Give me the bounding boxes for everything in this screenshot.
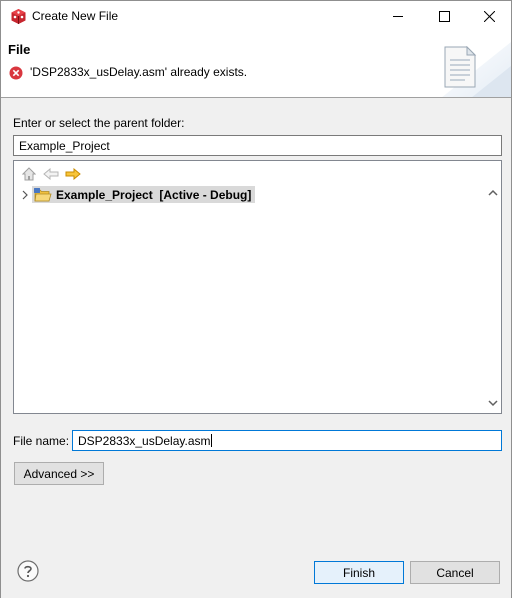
scroll-up-arrow-icon[interactable]	[487, 187, 499, 199]
error-icon	[9, 66, 23, 80]
scroll-down-arrow-icon[interactable]	[487, 397, 499, 409]
file-name-input[interactable]: DSP2833x_usDelay.asm	[72, 430, 502, 451]
close-button[interactable]	[466, 1, 512, 32]
window-title: Create New File	[32, 9, 119, 23]
tree-item-example-project[interactable]: Example_Project [Active - Debug]	[18, 185, 256, 204]
project-folder-icon	[34, 187, 52, 201]
expand-toggle[interactable]	[18, 190, 32, 200]
file-name-label: File name:	[13, 434, 70, 448]
wizard-banner: File 'DSP2833x_usDelay.asm' already exis…	[1, 32, 511, 98]
back-button[interactable]	[42, 166, 60, 182]
forward-arrow-icon	[65, 168, 81, 180]
maximize-button[interactable]	[421, 1, 467, 32]
minimize-button[interactable]	[375, 1, 421, 32]
advanced-button[interactable]: Advanced >>	[14, 462, 104, 485]
home-button[interactable]	[20, 166, 38, 182]
help-icon[interactable]	[17, 560, 39, 582]
parent-folder-label: Enter or select the parent folder:	[13, 116, 185, 130]
tree-item-selection: Example_Project [Active - Debug]	[32, 186, 256, 203]
forward-button[interactable]	[64, 166, 82, 182]
back-arrow-icon	[43, 168, 59, 180]
tree-item-label: Example_Project [Active - Debug]	[56, 187, 252, 202]
home-icon	[22, 167, 36, 181]
minimize-icon	[392, 16, 403, 17]
cancel-button[interactable]: Cancel	[410, 561, 500, 584]
maximize-icon	[438, 11, 450, 22]
title-bar[interactable]: Create New File	[1, 1, 511, 32]
close-icon	[483, 11, 495, 22]
chevron-right-icon	[22, 190, 28, 199]
app-cube-icon	[11, 9, 26, 24]
text-cursor	[210, 434, 212, 447]
wizard-page-title: File	[8, 42, 31, 57]
folder-tree[interactable]: Example_Project [Active - Debug]	[13, 160, 502, 414]
new-file-icon	[444, 46, 477, 88]
file-name-value: DSP2833x_usDelay.asm	[78, 434, 211, 448]
create-new-file-dialog: Create New File File 'DSP2833x_usDelay.a…	[0, 0, 512, 598]
parent-folder-input[interactable]: Example_Project	[13, 135, 502, 156]
finish-button[interactable]: Finish	[314, 561, 404, 584]
error-message: 'DSP2833x_usDelay.asm' already exists.	[30, 65, 248, 79]
tree-toolbar	[20, 166, 82, 182]
